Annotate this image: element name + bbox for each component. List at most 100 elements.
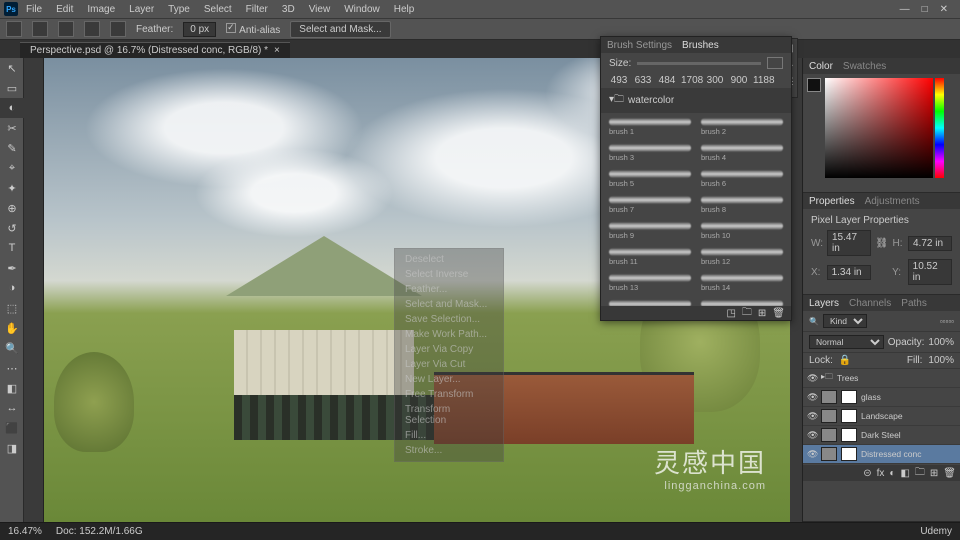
antialias-checkbox[interactable]: [226, 23, 236, 33]
menu-select[interactable]: Select: [198, 2, 238, 17]
visibility-icon[interactable]: 👁: [807, 411, 817, 422]
brush-item[interactable]: brush 14: [697, 271, 787, 295]
brush-item[interactable]: brush 7: [605, 193, 695, 217]
marquee-tool[interactable]: ▭: [0, 78, 24, 98]
width-input[interactable]: 15.47 in: [827, 230, 871, 256]
tab-adjustments[interactable]: Adjustments: [865, 196, 920, 207]
layer-row[interactable]: 👁glass: [803, 388, 960, 407]
group-icon[interactable]: 🗀: [915, 465, 925, 482]
eraser-tool[interactable]: ↺: [0, 218, 24, 238]
brush-item[interactable]: brush 1: [605, 115, 695, 139]
layer-row[interactable]: 👁Landscape: [803, 407, 960, 426]
new-group-icon[interactable]: 🗀: [742, 305, 752, 322]
doc-info[interactable]: Doc: 152.2M/1.66G: [56, 526, 143, 537]
pen-tool[interactable]: ✒: [0, 258, 24, 278]
brush-item[interactable]: brush 12: [697, 245, 787, 269]
minimize-icon[interactable]: —: [900, 4, 910, 15]
menu-file[interactable]: File: [20, 2, 48, 17]
layer-kind-select[interactable]: Kind: [823, 314, 867, 328]
brush-item[interactable]: brush 9: [605, 219, 695, 243]
intersect-selection-icon[interactable]: [110, 21, 126, 37]
brush-item[interactable]: brush 4: [697, 141, 787, 165]
stamp-tool[interactable]: ⊕: [0, 198, 24, 218]
zoom-tool[interactable]: 🔍: [0, 338, 24, 358]
tab-properties[interactable]: Properties: [809, 196, 855, 207]
new-brush-icon[interactable]: ⊞: [758, 308, 766, 319]
layer-row[interactable]: 👁Distressed conc: [803, 445, 960, 464]
shape-tool[interactable]: ◑: [0, 278, 24, 298]
path-tool[interactable]: ⬚: [0, 298, 24, 318]
brush-tip-presets[interactable]: 49363348417083009001188: [601, 73, 791, 88]
ctx-new-layer[interactable]: New Layer...: [395, 372, 503, 387]
menu-view[interactable]: View: [303, 2, 337, 17]
layer-row[interactable]: 👁▸🗀Trees: [803, 369, 960, 388]
context-menu[interactable]: Deselect Select Inverse Feather... Selec…: [394, 248, 504, 462]
tool-preset-icon[interactable]: [6, 21, 22, 37]
feather-input[interactable]: 0 px: [183, 22, 216, 37]
color-swatch[interactable]: [807, 78, 821, 92]
close-icon[interactable]: ✕: [940, 4, 948, 15]
delete-brush-icon[interactable]: 🗑: [772, 308, 785, 319]
menu-type[interactable]: Type: [162, 2, 196, 17]
brush-item[interactable]: brush 11: [605, 245, 695, 269]
brush-item[interactable]: brush 10: [697, 219, 787, 243]
blend-mode-select[interactable]: Normal: [809, 335, 884, 349]
new-selection-icon[interactable]: [32, 21, 48, 37]
select-and-mask-button[interactable]: Select and Mask...: [290, 21, 390, 38]
menu-window[interactable]: Window: [338, 2, 386, 17]
x-input[interactable]: 1.34 in: [827, 265, 871, 280]
hand-tool[interactable]: ✋: [0, 318, 24, 338]
layer-row[interactable]: 👁Dark Steel: [803, 426, 960, 445]
brush-item[interactable]: brush 2: [697, 115, 787, 139]
opacity-value[interactable]: 100%: [928, 337, 954, 348]
visibility-icon[interactable]: 👁: [807, 449, 817, 460]
y-input[interactable]: 10.52 in: [908, 259, 952, 285]
fill-value[interactable]: 100%: [928, 355, 954, 366]
fg-bg-default-icon[interactable]: ↔: [0, 398, 24, 418]
more-tools-icon[interactable]: ⋯: [0, 358, 24, 378]
ctx-save-sel[interactable]: Save Selection...: [395, 312, 503, 327]
new-layer-icon[interactable]: ⊞: [930, 468, 938, 479]
brush-folder[interactable]: ▾🗀 watercolor: [601, 88, 791, 113]
delete-layer-icon[interactable]: 🗑: [943, 468, 956, 479]
tab-brushes[interactable]: Brushes: [682, 40, 719, 51]
brush-preview-icon[interactable]: [767, 57, 783, 69]
document-tab[interactable]: Perspective.psd @ 16.7% (Distressed conc…: [20, 42, 290, 58]
flyout-icon[interactable]: ◳: [726, 308, 735, 319]
brushes-panel[interactable]: Brush Settings Brushes Size: 49363348417…: [600, 36, 792, 321]
zoom-level[interactable]: 16.47%: [8, 526, 42, 537]
brush-item[interactable]: brush 3: [605, 141, 695, 165]
tab-channels[interactable]: Channels: [849, 298, 891, 309]
brush-item[interactable]: brush 13: [605, 271, 695, 295]
ctx-via-cut[interactable]: Layer Via Cut: [395, 357, 503, 372]
ctx-stroke[interactable]: Stroke...: [395, 443, 503, 458]
foreground-color[interactable]: ⬛: [0, 418, 24, 438]
ctx-transform-sel[interactable]: Transform Selection: [395, 402, 503, 428]
visibility-icon[interactable]: 👁: [807, 373, 817, 384]
subtract-selection-icon[interactable]: [84, 21, 100, 37]
menu-3d[interactable]: 3D: [276, 2, 301, 17]
color-field[interactable]: [825, 78, 933, 178]
menu-layer[interactable]: Layer: [123, 2, 160, 17]
mask-icon[interactable]: ◐: [889, 468, 895, 479]
ctx-free-transform[interactable]: Free Transform: [395, 387, 503, 402]
ctx-deselect[interactable]: Deselect: [395, 252, 503, 267]
eyedropper-tool[interactable]: ✎: [0, 138, 24, 158]
crop-tool[interactable]: ✂: [0, 118, 24, 138]
menu-edit[interactable]: Edit: [50, 2, 79, 17]
ctx-fill[interactable]: Fill...: [395, 428, 503, 443]
brush-item[interactable]: brush 5: [605, 167, 695, 191]
height-input[interactable]: 4.72 in: [908, 236, 952, 251]
adjustment-icon[interactable]: ◧: [900, 468, 909, 479]
visibility-icon[interactable]: 👁: [807, 392, 817, 403]
hue-slider[interactable]: [935, 78, 944, 178]
ctx-feather[interactable]: Feather...: [395, 282, 503, 297]
vertical-ruler[interactable]: [24, 58, 44, 522]
maximize-icon[interactable]: □: [922, 4, 928, 15]
visibility-icon[interactable]: 👁: [807, 430, 817, 441]
link-wh-icon[interactable]: ⛓: [875, 238, 888, 249]
lasso-tool[interactable]: ◐: [0, 98, 24, 118]
link-layers-icon[interactable]: ⊝: [863, 468, 871, 479]
menu-image[interactable]: Image: [81, 2, 121, 17]
brush-tool[interactable]: ✦: [0, 178, 24, 198]
